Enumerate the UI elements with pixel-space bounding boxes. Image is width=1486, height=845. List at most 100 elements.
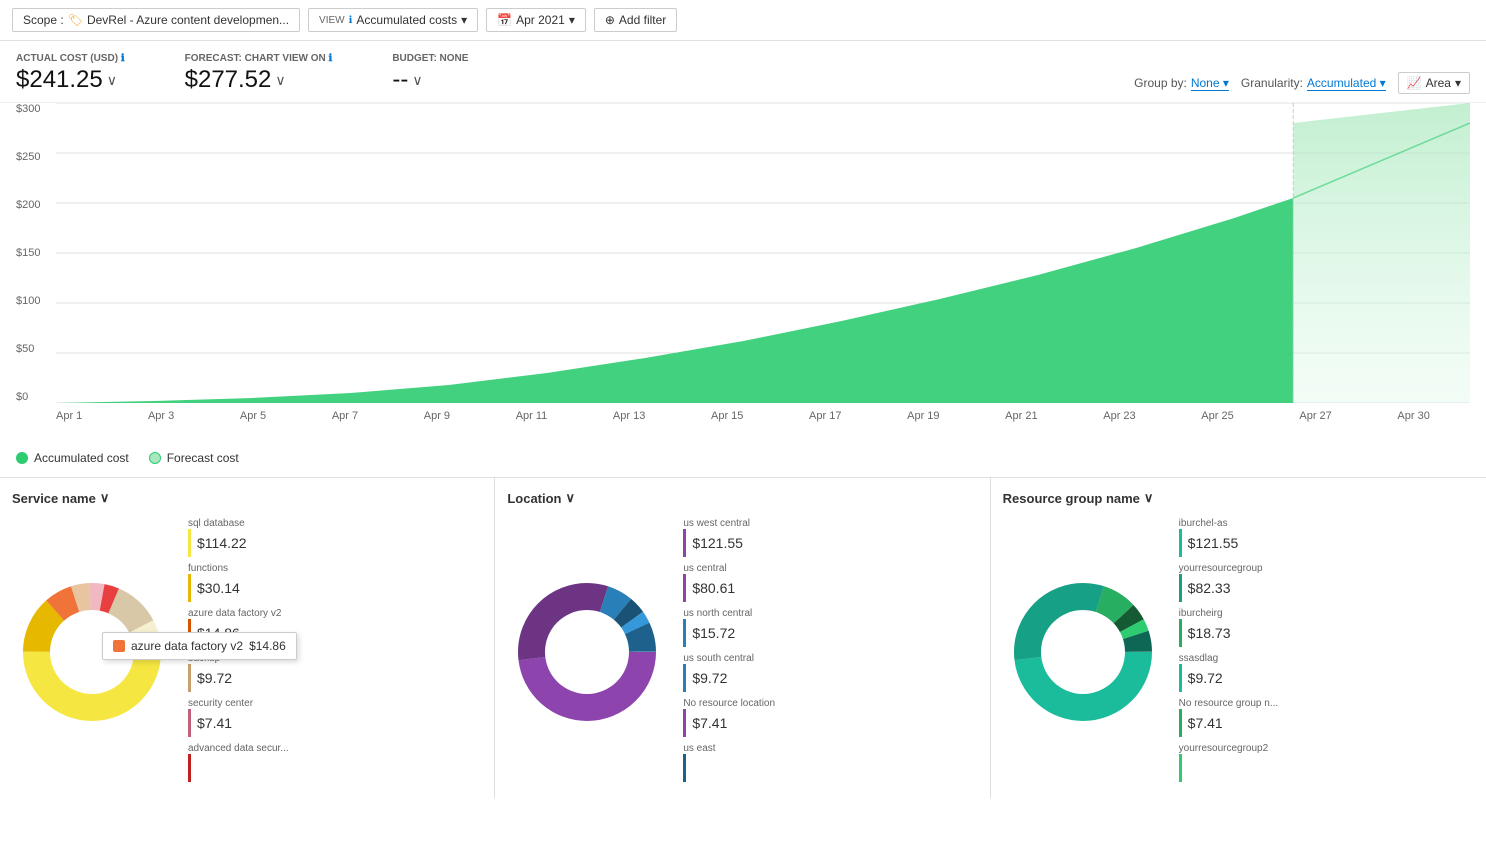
chart-controls: Group by: None ▾ Granularity: Accumulate… (1134, 72, 1470, 94)
legend-location-name: us east (683, 743, 843, 754)
legend-amount: $121.55 (1179, 529, 1474, 557)
resource-group-panel: Resource group name ∨ iburchel-as (991, 478, 1486, 798)
legend-rg-name: ssasdlag (1179, 653, 1339, 664)
forecast-label: FORECAST: CHART VIEW ON ℹ (185, 53, 333, 64)
legend-bar (188, 709, 191, 737)
list-item: security center $7.41 (188, 698, 482, 737)
legend-amount (683, 754, 977, 782)
forecast-value[interactable]: $277.52 ∨ (185, 66, 333, 94)
x-axis-labels: Apr 1 Apr 3 Apr 5 Apr 7 Apr 9 Apr 11 Apr… (16, 406, 1470, 422)
resource-group-donut-chart (1003, 572, 1163, 732)
legend-bar (683, 754, 686, 782)
tooltip-service: azure data factory v2 (131, 639, 243, 653)
legend-service-name: azure data factory v2 (188, 608, 348, 619)
budget-value[interactable]: -- ∨ (392, 66, 468, 94)
legend-amount: $7.41 (188, 709, 482, 737)
legend-service-name: advanced data secur... (188, 743, 348, 754)
chevron-down-icon: ∨ (412, 72, 422, 89)
legend-amount: $80.61 (683, 574, 977, 602)
list-item: functions $30.14 (188, 563, 482, 602)
legend-bar (683, 664, 686, 692)
info-icon: ℹ (329, 53, 333, 64)
legend-bar (683, 619, 686, 647)
service-name-donut: azure data factory v2 $14.86 (12, 572, 172, 732)
tooltip-color-box (113, 640, 125, 652)
legend-amount: $114.22 (188, 529, 482, 557)
chevron-down-icon: ▾ (1455, 76, 1461, 90)
service-name-panel-content: azure data factory v2 $14.86 sql databas… (12, 518, 482, 786)
chevron-down-icon: ▾ (461, 13, 467, 27)
service-name-panel-header[interactable]: Service name ∨ (12, 490, 482, 506)
resource-group-title: Resource group name (1003, 491, 1140, 506)
legend-bar (1179, 574, 1182, 602)
scope-label: Scope : (23, 13, 64, 27)
view-value: Accumulated costs (356, 13, 457, 27)
legend-amount: $7.41 (1179, 709, 1474, 737)
add-filter-label: Add filter (619, 13, 666, 27)
location-panel-header[interactable]: Location ∨ (507, 490, 977, 506)
list-item: iburcheirg $18.73 (1179, 608, 1474, 647)
legend-amount: $9.72 (188, 664, 482, 692)
legend-bar (188, 574, 191, 602)
legend-location-name: us north central (683, 608, 843, 619)
legend-location-name: us central (683, 563, 843, 574)
chevron-down-icon: ∨ (100, 490, 110, 506)
toolbar: Scope : 🏷 DevRel - Azure content develop… (0, 0, 1486, 41)
bottom-panels: Service name ∨ (0, 477, 1486, 798)
chevron-down-icon: ∨ (107, 72, 117, 89)
actual-cost-value[interactable]: $241.25 ∨ (16, 66, 125, 94)
location-title: Location (507, 491, 561, 506)
location-donut (507, 572, 667, 732)
filter-icon: ⊕ (605, 13, 615, 27)
date-button[interactable]: 📅 Apr 2021 ▾ (486, 8, 586, 32)
legend-bar (188, 529, 191, 557)
accumulated-legend-label: Accumulated cost (34, 451, 129, 465)
location-panel-content: us west central $121.55 us central $80.6… (507, 518, 977, 786)
legend-rg-name: No resource group n... (1179, 698, 1339, 709)
view-button[interactable]: VIEW ℹ Accumulated costs ▾ (308, 8, 478, 32)
list-item: No resource location $7.41 (683, 698, 977, 737)
resource-group-panel-header[interactable]: Resource group name ∨ (1003, 490, 1474, 506)
tooltip-amount: $14.86 (249, 639, 286, 653)
resource-group-legend: iburchel-as $121.55 yourresourcegroup $8… (1179, 518, 1474, 786)
legend-bar (188, 664, 191, 692)
legend-amount: $30.14 (188, 574, 482, 602)
chevron-down-icon: ▾ (569, 13, 575, 27)
granularity-label: Granularity: (1241, 76, 1303, 90)
chart-legend: Accumulated cost Forecast cost (0, 443, 1486, 473)
scope-icon: 🏷 (68, 13, 83, 27)
area-view-button[interactable]: 📈 Area ▾ (1398, 72, 1470, 94)
service-name-title: Service name (12, 491, 96, 506)
legend-rg-name: iburcheirg (1179, 608, 1339, 619)
scope-value: DevRel - Azure content developmen... (87, 13, 289, 27)
budget-label: BUDGET: NONE (392, 53, 468, 64)
resource-group-panel-content: iburchel-as $121.55 yourresourcegroup $8… (1003, 518, 1474, 786)
legend-bar (683, 574, 686, 602)
area-chart (56, 103, 1470, 403)
metrics-bar: ACTUAL COST (USD) ℹ $241.25 ∨ FORECAST: … (0, 41, 1486, 103)
legend-bar (1179, 754, 1182, 782)
legend-rg-name: yourresourcegroup (1179, 563, 1339, 574)
legend-bar (683, 709, 686, 737)
group-by-control: Group by: None ▾ (1134, 76, 1229, 91)
list-item: No resource group n... $7.41 (1179, 698, 1474, 737)
view-label: VIEW (319, 15, 345, 26)
granularity-control: Granularity: Accumulated ▾ (1241, 76, 1386, 91)
list-item: us central $80.61 (683, 563, 977, 602)
legend-amount (1179, 754, 1474, 782)
granularity-value[interactable]: Accumulated ▾ (1307, 76, 1386, 91)
accumulated-legend-item: Accumulated cost (16, 451, 129, 465)
chevron-down-icon: ∨ (1144, 490, 1154, 506)
legend-rg-name: iburchel-as (1179, 518, 1339, 529)
add-filter-button[interactable]: ⊕ Add filter (594, 8, 677, 32)
legend-service-name: functions (188, 563, 348, 574)
legend-location-name: us west central (683, 518, 843, 529)
forecast-metric: FORECAST: CHART VIEW ON ℹ $277.52 ∨ (185, 53, 333, 94)
resource-group-donut (1003, 572, 1163, 732)
chevron-down-icon: ∨ (275, 72, 285, 89)
list-item: iburchel-as $121.55 (1179, 518, 1474, 557)
legend-amount: $82.33 (1179, 574, 1474, 602)
chevron-down-icon: ∨ (566, 490, 576, 506)
scope-button[interactable]: Scope : 🏷 DevRel - Azure content develop… (12, 8, 300, 32)
group-by-value[interactable]: None ▾ (1191, 76, 1229, 91)
